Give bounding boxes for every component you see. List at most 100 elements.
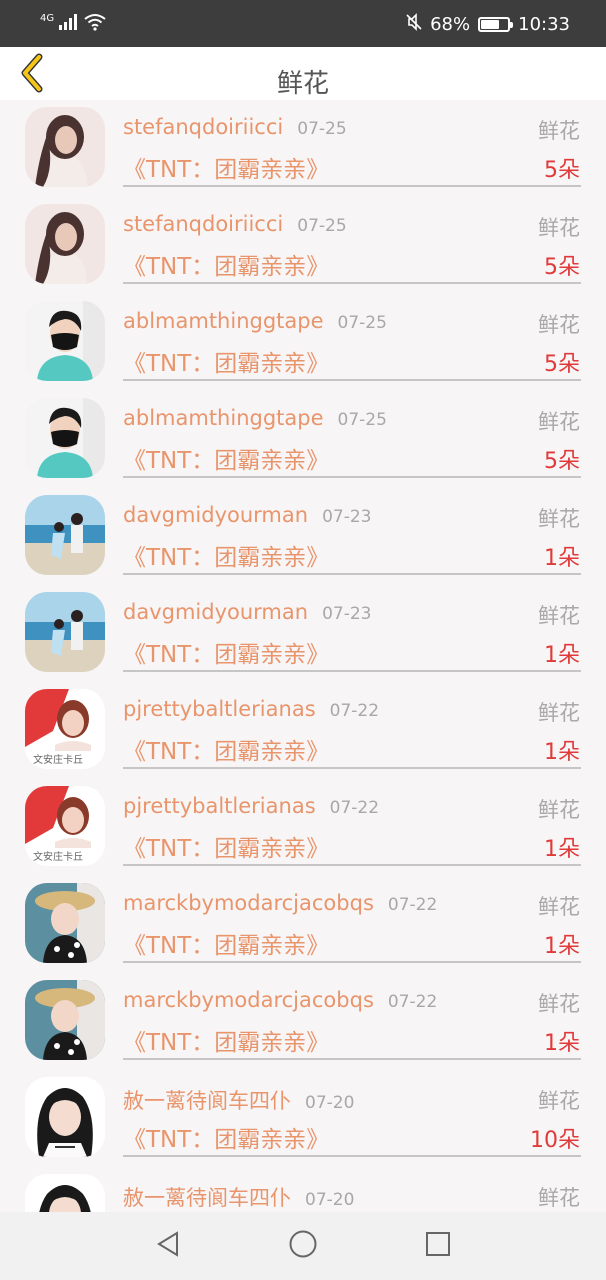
gift-date: 07-25 xyxy=(337,410,387,430)
list-item[interactable]: 赦一蓠待阆车四仆 07-20 鲜花 xyxy=(0,1167,606,1212)
avatar[interactable] xyxy=(25,398,105,478)
username-text: ablmamthinggtape xyxy=(123,309,324,333)
username[interactable]: marckbymodarcjacobqs 07-22 xyxy=(123,988,437,1012)
username-text: ablmamthinggtape xyxy=(123,406,324,430)
mute-icon xyxy=(406,12,422,36)
system-nav-bar xyxy=(0,1212,606,1280)
avatar[interactable] xyxy=(25,301,105,381)
wifi-icon xyxy=(84,13,106,35)
username[interactable]: davgmidyourman 07-23 xyxy=(123,503,371,527)
status-right: 68% 10:33 xyxy=(406,12,570,36)
avatar[interactable]: 文安庄卡丘 xyxy=(25,689,105,769)
gift-date: 07-22 xyxy=(387,992,438,1012)
work-title[interactable]: 《TNT：团霸亲亲》 xyxy=(123,150,329,184)
gift-type: 鲜花 xyxy=(538,410,580,434)
username[interactable]: ablmamthinggtape 07-25 xyxy=(123,406,387,430)
work-title[interactable]: 《TNT：团霸亲亲》 xyxy=(123,441,329,475)
divider xyxy=(123,476,581,478)
battery-percent: 68% xyxy=(430,13,471,35)
username-text: pjrettybaltlerianas xyxy=(123,794,316,818)
username-text: stefanqdoiriicci xyxy=(123,212,284,236)
nav-home-button[interactable] xyxy=(283,1228,323,1264)
username[interactable]: stefanqdoiriicci 07-25 xyxy=(123,212,347,236)
username-text: stefanqdoiriicci xyxy=(123,115,284,139)
clock: 10:33 xyxy=(518,13,570,35)
work-title[interactable]: 《TNT：团霸亲亲》 xyxy=(123,926,329,960)
username[interactable]: pjrettybaltlerianas 07-22 xyxy=(123,794,379,818)
work-title[interactable]: 《TNT：团霸亲亲》 xyxy=(123,732,329,766)
list-item[interactable]: ablmamthinggtape 07-25 鲜花 《TNT：团霸亲亲》 5朵 xyxy=(0,294,606,391)
avatar[interactable] xyxy=(25,1174,105,1212)
gift-type: 鲜花 xyxy=(538,798,580,822)
username-text: marckbymodarcjacobqs xyxy=(123,988,374,1012)
username[interactable]: stefanqdoiriicci 07-25 xyxy=(123,115,347,139)
list-item[interactable]: davgmidyourman 07-23 鲜花 《TNT：团霸亲亲》 1朵 xyxy=(0,488,606,585)
gift-type: 鲜花 xyxy=(538,701,580,725)
list-item[interactable]: ablmamthinggtape 07-25 鲜花《TNT：团霸亲亲》 5朵 xyxy=(0,391,606,488)
gift-type: 鲜花 xyxy=(538,992,580,1016)
avatar[interactable] xyxy=(25,204,105,284)
list-item[interactable]: 赦一蓠待阆车四仆 07-20 鲜花《TNT：团霸亲亲》 10朵 xyxy=(0,1070,606,1167)
avatar[interactable]: 文安庄卡丘 xyxy=(25,786,105,866)
username-text: 赦一蓠待阆车四仆 xyxy=(123,1186,291,1210)
gift-type: 鲜花 xyxy=(538,507,580,531)
list-item[interactable]: davgmidyourman 07-23 鲜花《TNT：团霸亲亲》 1朵 xyxy=(0,585,606,682)
home-circle-icon xyxy=(288,1229,318,1263)
username-text: 赦一蓠待阆车四仆 xyxy=(123,1089,291,1113)
work-title[interactable]: 《TNT：团霸亲亲》 xyxy=(123,829,329,863)
gift-type: 鲜花 xyxy=(538,119,580,143)
avatar[interactable] xyxy=(25,495,105,575)
list-item[interactable]: 文安庄卡丘 pjrettybaltlerianas 07-22 鲜花《TNT：团霸亲亲… xyxy=(0,779,606,876)
username[interactable]: 赦一蓠待阆车四仆 07-20 xyxy=(123,1085,354,1115)
avatar[interactable] xyxy=(25,592,105,672)
work-title[interactable]: 《TNT：团霸亲亲》 xyxy=(123,344,329,378)
gift-type: 鲜花 xyxy=(538,1186,580,1210)
username[interactable]: marckbymodarcjacobqs 07-22 xyxy=(123,891,437,915)
username[interactable]: 赦一蓠待阆车四仆 07-20 xyxy=(123,1182,354,1212)
list-item[interactable]: stefanqdoiriicci 07-25 鲜花《TNT：团霸亲亲》 5朵 xyxy=(0,100,606,197)
gift-count: 10朵 xyxy=(530,1128,580,1153)
gift-date: 07-22 xyxy=(329,701,380,721)
gift-type: 鲜花 xyxy=(538,604,580,628)
gift-count: 5朵 xyxy=(544,158,580,183)
avatar[interactable] xyxy=(25,107,105,187)
avatar[interactable] xyxy=(25,980,105,1060)
nav-recents-button[interactable] xyxy=(418,1228,458,1264)
work-title[interactable]: 《TNT：团霸亲亲》 xyxy=(123,247,329,281)
status-bar: 4G 68% 10:33 xyxy=(0,0,606,47)
gift-date: 07-20 xyxy=(305,1093,355,1113)
recents-square-icon xyxy=(424,1230,452,1262)
avatar[interactable] xyxy=(25,883,105,963)
username-text: marckbymodarcjacobqs xyxy=(123,891,374,915)
list-item[interactable]: marckbymodarcjacobqs 07-22 鲜花《TNT：团霸亲亲》 1朵 xyxy=(0,973,606,1070)
gift-record-list[interactable]: stefanqdoiriicci 07-25 鲜花 《TNT：团霸亲亲》 5朵 stefa… xyxy=(0,100,606,1212)
list-item[interactable]: marckbymodarcjacobqs 07-22 鲜花 《TNT：团霸亲亲》 1朵 xyxy=(0,876,606,973)
gift-date: 07-23 xyxy=(322,604,372,624)
gift-count: 5朵 xyxy=(544,449,580,474)
gift-date: 07-23 xyxy=(322,507,372,527)
work-title[interactable]: 《TNT：团霸亲亲》 xyxy=(123,635,329,669)
svg-text:文安庄卡丘: 文安庄卡丘 xyxy=(33,753,83,766)
gift-count: 1朵 xyxy=(544,643,580,668)
battery-icon xyxy=(478,16,514,32)
avatar[interactable] xyxy=(25,1077,105,1157)
page-title: 鲜花 xyxy=(276,69,329,99)
divider xyxy=(123,282,581,284)
work-title[interactable]: 《TNT：团霸亲亲》 xyxy=(123,538,329,572)
nav-back-button[interactable] xyxy=(148,1228,188,1264)
username[interactable]: pjrettybaltlerianas 07-22 xyxy=(123,697,379,721)
gift-count: 1朵 xyxy=(544,837,580,862)
list-item[interactable]: stefanqdoiriicci 07-25 鲜花 《TNT：团霸亲亲》 5朵 xyxy=(0,197,606,294)
work-title[interactable]: 《TNT：团霸亲亲》 xyxy=(123,1023,329,1057)
gift-count: 1朵 xyxy=(544,1031,580,1056)
gift-count: 5朵 xyxy=(544,352,580,377)
username[interactable]: davgmidyourman 07-23 xyxy=(123,600,371,624)
signal-icon xyxy=(58,13,80,35)
list-item[interactable]: 文安庄卡丘 pjrettybaltlerianas 07-22 鲜花《TNT：团霸亲亲… xyxy=(0,682,606,779)
username[interactable]: ablmamthinggtape 07-25 xyxy=(123,309,387,333)
gift-type: 鲜花 xyxy=(538,1089,580,1113)
gift-date: 07-22 xyxy=(329,798,380,818)
gift-date: 07-25 xyxy=(337,313,387,333)
work-title[interactable]: 《TNT：团霸亲亲》 xyxy=(123,1120,329,1154)
divider xyxy=(123,670,581,672)
